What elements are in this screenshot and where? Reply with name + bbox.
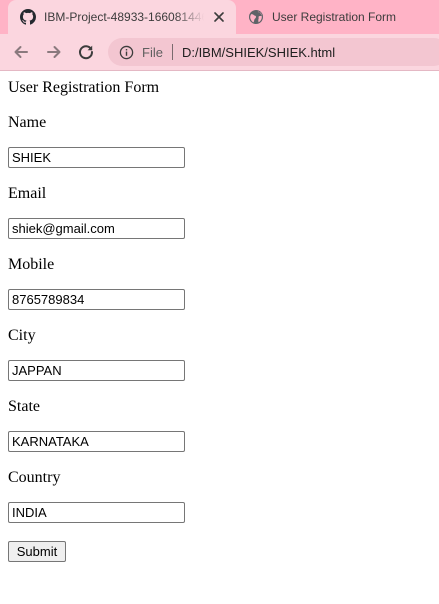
form-heading: User Registration Form	[8, 79, 160, 96]
city-input[interactable]	[8, 360, 185, 381]
back-arrow-icon[interactable]	[9, 40, 33, 64]
email-label: Email	[8, 185, 47, 202]
tab-title: IBM-Project-48933-1660814461	[44, 10, 204, 24]
submit-button[interactable]: Submit	[8, 541, 66, 562]
globe-icon	[248, 9, 264, 25]
country-label: Country	[8, 469, 61, 486]
mobile-input[interactable]	[8, 289, 185, 310]
tab-strip: IBM-Project-48933-1660814461 User Regist…	[0, 0, 439, 34]
state-input[interactable]	[8, 431, 185, 452]
tab-user-registration-form[interactable]: User Registration Form	[244, 0, 439, 34]
url-text[interactable]: D:/IBM/SHIEK/SHIEK.html	[182, 45, 335, 60]
scheme-label: File	[142, 44, 163, 60]
address-bar[interactable]: File D:/IBM/SHIEK/SHIEK.html	[108, 38, 439, 66]
name-label: Name	[8, 114, 47, 131]
country-input[interactable]	[8, 502, 185, 523]
address-separator	[171, 44, 173, 60]
state-label: State	[8, 398, 40, 415]
page-content: User Registration Form Name Email Mobile…	[0, 71, 439, 604]
email-input[interactable]	[8, 218, 185, 239]
github-icon	[20, 9, 36, 25]
tab-title: User Registration Form	[272, 10, 397, 24]
browser-toolbar: File D:/IBM/SHIEK/SHIEK.html	[0, 34, 439, 71]
forward-arrow-icon[interactable]	[42, 40, 66, 64]
tab-github-project[interactable]: IBM-Project-48933-1660814461	[8, 0, 236, 34]
close-icon[interactable]	[212, 10, 226, 24]
city-label: City	[8, 327, 36, 344]
info-icon[interactable]	[118, 44, 134, 60]
mobile-label: Mobile	[8, 256, 55, 273]
reload-icon[interactable]	[74, 40, 98, 64]
name-input[interactable]	[8, 147, 185, 168]
